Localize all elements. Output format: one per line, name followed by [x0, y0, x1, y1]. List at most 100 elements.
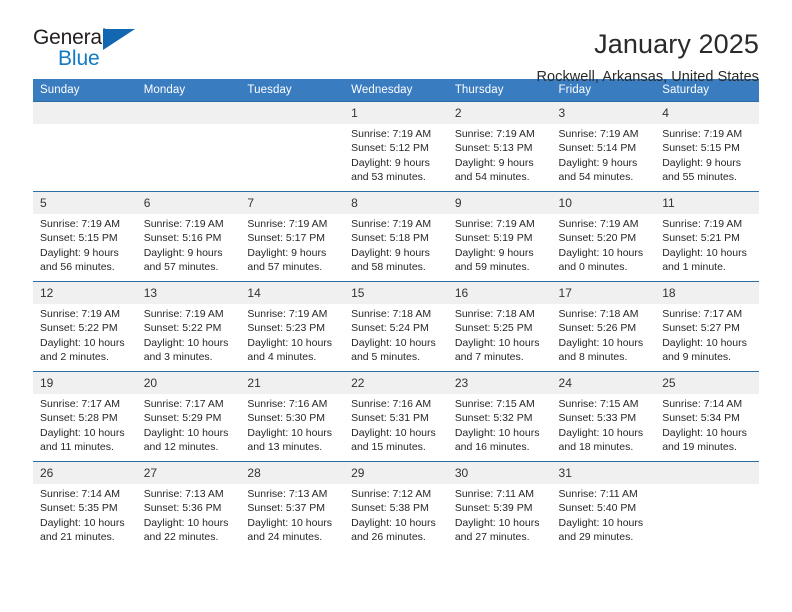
calendar-day-cell[interactable]: 12 Sunrise: 7:19 AM Sunset: 5:22 PM Dayligh… [33, 281, 137, 372]
day-details: Sunrise: 7:19 AM Sunset: 5:19 PM Daylight:… [448, 214, 552, 274]
sunset-text: Sunset: 5:37 PM [247, 502, 326, 515]
daylight-text-line1: Daylight: 9 hours [454, 156, 534, 169]
calendar-day-cell[interactable]: 19 Sunrise: 7:17 AM Sunset: 5:28 PM Dayligh… [33, 371, 137, 462]
sunset-text: Sunset: 5:15 PM [40, 232, 118, 245]
sunset-text: Sunset: 5:33 PM [558, 412, 637, 425]
calendar-day-cell[interactable]: 1 Sunrise: 7:19 AM Sunset: 5:12 PM Daylight… [344, 101, 448, 192]
calendar-day-cell[interactable]: 3 Sunrise: 7:19 AM Sunset: 5:14 PM Daylight… [551, 101, 656, 192]
day-details: Sunrise: 7:13 AM Sunset: 5:37 PM Daylight:… [240, 484, 344, 544]
sunrise-text: Sunrise: 7:19 AM [351, 218, 432, 230]
calendar-day-cell[interactable]: 21 Sunrise: 7:16 AM Sunset: 5:30 PM Dayligh… [240, 371, 345, 462]
day-number: 31 [551, 462, 656, 484]
daylight-text-line2: and 57 minutes. [247, 260, 323, 273]
day-number: 22 [344, 372, 448, 394]
calendar-day-cell[interactable]: 8 Sunrise: 7:19 AM Sunset: 5:18 PM Daylight… [344, 191, 448, 282]
calendar-day-cell[interactable]: 30 Sunrise: 7:11 AM Sunset: 5:39 PM Dayligh… [447, 461, 552, 552]
calendar-week-row: 1 Sunrise: 7:19 AM Sunset: 5:12 PM Daylight… [33, 101, 759, 192]
sunset-text: Sunset: 5:24 PM [351, 322, 429, 335]
day-details: Sunrise: 7:12 AM Sunset: 5:38 PM Daylight:… [344, 484, 448, 544]
calendar-day-cell[interactable]: 23 Sunrise: 7:15 AM Sunset: 5:32 PM Dayligh… [447, 371, 552, 462]
calendar-day-cell[interactable]: 29 Sunrise: 7:12 AM Sunset: 5:38 PM Dayligh… [344, 461, 448, 552]
daylight-text-line2: and 5 minutes. [351, 350, 420, 363]
daylight-text-line1: Daylight: 9 hours [143, 246, 223, 259]
calendar-day-cell[interactable]: 24 Sunrise: 7:15 AM Sunset: 5:33 PM Dayligh… [551, 371, 656, 462]
daylight-text-line1: Daylight: 10 hours [40, 426, 125, 439]
daylight-text-line2: and 59 minutes. [454, 260, 530, 273]
calendar-day-cell[interactable]: 25 Sunrise: 7:14 AM Sunset: 5:34 PM Dayligh… [655, 371, 759, 462]
calendar-day-cell[interactable]: 2 Sunrise: 7:19 AM Sunset: 5:13 PM Daylight… [447, 101, 552, 192]
day-number: 30 [447, 462, 552, 484]
sunrise-text: Sunrise: 7:13 AM [247, 488, 328, 500]
sunrise-text: Sunrise: 7:14 AM [662, 398, 743, 410]
calendar-day-cell[interactable]: 22 Sunrise: 7:16 AM Sunset: 5:31 PM Dayligh… [344, 371, 448, 462]
calendar-day-cell[interactable]: 18 Sunrise: 7:17 AM Sunset: 5:27 PM Dayligh… [655, 281, 759, 372]
day-details: Sunrise: 7:19 AM Sunset: 5:12 PM Daylight:… [344, 124, 448, 184]
day-number: 28 [240, 462, 345, 484]
daylight-text-line1: Daylight: 10 hours [351, 426, 436, 439]
calendar-day-cell[interactable]: 5 Sunrise: 7:19 AM Sunset: 5:15 PM Daylight… [33, 191, 137, 282]
daylight-text-line1: Daylight: 10 hours [143, 426, 229, 439]
daylight-text-line2: and 9 minutes. [662, 350, 732, 363]
calendar-day-cell[interactable]: 6 Sunrise: 7:19 AM Sunset: 5:16 PM Daylight… [136, 191, 241, 282]
sunset-text: Sunset: 5:32 PM [454, 412, 533, 425]
weekday-header-wednesday: Wednesday [344, 79, 448, 102]
calendar-table: Sunday Monday Tuesday Wednesday Thursday Frid… [33, 79, 759, 552]
sunset-text: Sunset: 5:20 PM [558, 232, 637, 245]
daylight-text-line1: Daylight: 10 hours [247, 426, 333, 439]
calendar-day-cell[interactable]: 4 Sunrise: 7:19 AM Sunset: 5:15 PM Daylight… [655, 101, 759, 192]
daylight-text-line2: and 3 minutes. [143, 350, 213, 363]
calendar-week-row: 19 Sunrise: 7:17 AM Sunset: 5:28 PM Dayligh… [33, 371, 759, 462]
day-details: Sunrise: 7:16 AM Sunset: 5:31 PM Daylight:… [344, 394, 448, 454]
sunrise-text: Sunrise: 7:18 AM [351, 308, 432, 320]
day-number: 11 [655, 192, 759, 214]
sunrise-text: Sunrise: 7:15 AM [558, 398, 639, 410]
calendar-day-cell-empty [240, 101, 345, 192]
sunset-text: Sunset: 5:25 PM [454, 322, 533, 335]
day-number: 25 [655, 372, 759, 394]
sunrise-text: Sunrise: 7:19 AM [351, 128, 432, 140]
calendar-day-cell[interactable]: 9 Sunrise: 7:19 AM Sunset: 5:19 PM Daylight… [447, 191, 552, 282]
daylight-text-line1: Daylight: 10 hours [454, 516, 540, 529]
daylight-text-line2: and 0 minutes. [558, 260, 628, 273]
daylight-text-line1: Daylight: 9 hours [558, 156, 638, 169]
day-details: Sunrise: 7:16 AM Sunset: 5:30 PM Daylight:… [240, 394, 344, 454]
calendar-day-cell[interactable]: 15 Sunrise: 7:18 AM Sunset: 5:24 PM Dayligh… [344, 281, 448, 372]
calendar-day-cell[interactable]: 28 Sunrise: 7:13 AM Sunset: 5:37 PM Dayligh… [240, 461, 345, 552]
calendar-day-cell[interactable]: 7 Sunrise: 7:19 AM Sunset: 5:17 PM Daylight… [240, 191, 345, 282]
day-number: 10 [551, 192, 656, 214]
daylight-text-line2: and 18 minutes. [558, 440, 634, 453]
calendar-day-cell[interactable]: 14 Sunrise: 7:19 AM Sunset: 5:23 PM Dayligh… [240, 281, 345, 372]
day-details: Sunrise: 7:19 AM Sunset: 5:16 PM Daylight:… [137, 214, 241, 274]
day-number [33, 102, 137, 124]
calendar-day-cell[interactable]: 17 Sunrise: 7:18 AM Sunset: 5:26 PM Dayligh… [551, 281, 656, 372]
calendar-day-cell[interactable]: 27 Sunrise: 7:13 AM Sunset: 5:36 PM Dayligh… [136, 461, 241, 552]
daylight-text-line1: Daylight: 10 hours [454, 336, 540, 349]
calendar-day-cell[interactable]: 13 Sunrise: 7:19 AM Sunset: 5:22 PM Dayligh… [136, 281, 241, 372]
calendar-day-cell[interactable]: 10 Sunrise: 7:19 AM Sunset: 5:20 PM Dayligh… [551, 191, 656, 282]
title-block: January 2025 Rockwell, Arkansas, United … [537, 27, 759, 87]
calendar-day-cell[interactable]: 16 Sunrise: 7:18 AM Sunset: 5:25 PM Dayligh… [447, 281, 552, 372]
calendar-day-cell[interactable]: 20 Sunrise: 7:17 AM Sunset: 5:29 PM Dayligh… [136, 371, 241, 462]
day-number: 14 [240, 282, 345, 304]
sunrise-text: Sunrise: 7:19 AM [558, 128, 639, 140]
day-details: Sunrise: 7:19 AM Sunset: 5:14 PM Daylight:… [552, 124, 656, 184]
sunset-text: Sunset: 5:23 PM [247, 322, 326, 335]
sunset-text: Sunset: 5:18 PM [351, 232, 429, 245]
calendar-day-cell[interactable]: 31 Sunrise: 7:11 AM Sunset: 5:40 PM Dayligh… [551, 461, 656, 552]
brand-logo[interactable]: General Blue [33, 27, 149, 73]
sunrise-text: Sunrise: 7:19 AM [454, 218, 535, 230]
calendar-day-cell[interactable]: 11 Sunrise: 7:19 AM Sunset: 5:21 PM Dayligh… [655, 191, 759, 282]
daylight-text-line2: and 4 minutes. [247, 350, 317, 363]
calendar-day-cell[interactable]: 26 Sunrise: 7:14 AM Sunset: 5:35 PM Dayligh… [33, 461, 137, 552]
daylight-text-line1: Daylight: 10 hours [662, 426, 747, 439]
day-details: Sunrise: 7:19 AM Sunset: 5:20 PM Daylight:… [552, 214, 656, 274]
day-details: Sunrise: 7:17 AM Sunset: 5:28 PM Daylight:… [33, 394, 137, 454]
sunrise-text: Sunrise: 7:17 AM [662, 308, 743, 320]
weekday-header-sunday: Sunday [33, 79, 137, 102]
day-number [240, 102, 345, 124]
sunset-text: Sunset: 5:13 PM [454, 142, 533, 155]
daylight-text-line1: Daylight: 10 hours [662, 336, 747, 349]
day-details: Sunrise: 7:18 AM Sunset: 5:26 PM Daylight:… [552, 304, 656, 364]
daylight-text-line1: Daylight: 10 hours [247, 516, 333, 529]
sunset-text: Sunset: 5:15 PM [662, 142, 740, 155]
